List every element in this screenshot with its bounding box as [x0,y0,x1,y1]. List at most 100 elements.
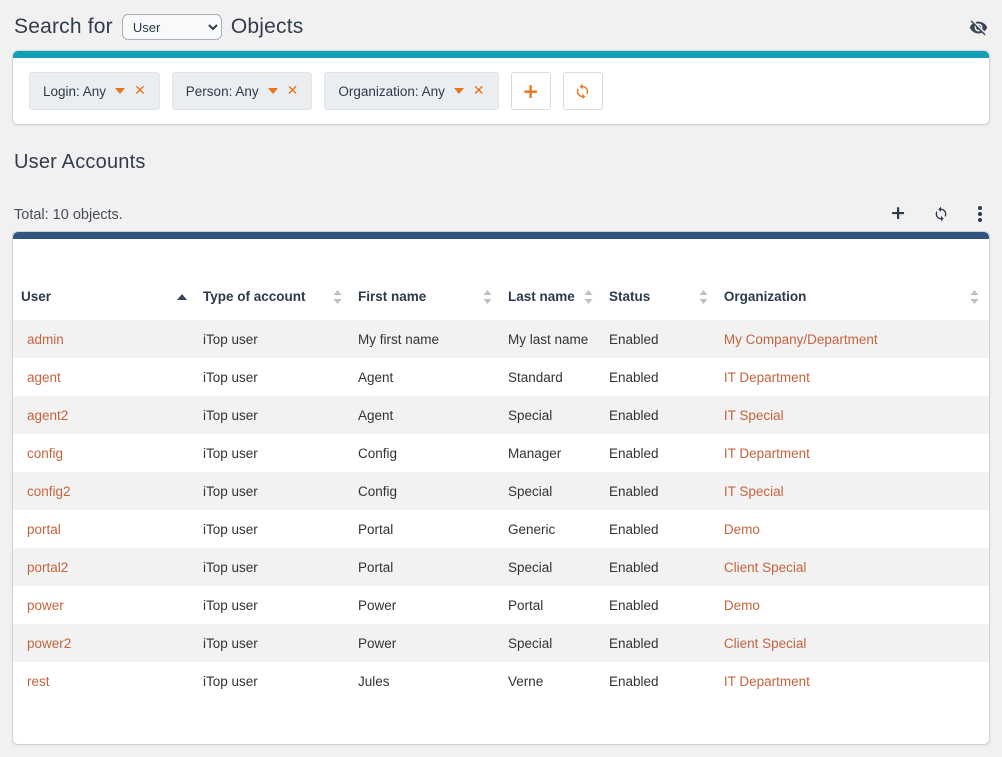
organization-link[interactable]: My Company/Department [724,332,878,347]
column-header[interactable]: User [13,277,195,320]
chevron-down-icon[interactable] [268,88,278,94]
sort-icon[interactable] [970,290,979,304]
cell-first-name: Jules [350,662,500,700]
cell-last-name: Generic [500,510,601,548]
remove-criterion-icon[interactable]: ✕ [287,84,299,98]
cell-type-of-account: iTop user [195,624,350,662]
column-header[interactable]: Status [601,277,716,320]
organization-link[interactable]: IT Department [724,446,810,461]
cell-last-name: Special [500,548,601,586]
search-panel-accent-bar [13,51,989,58]
table-row: admin iTop user My first name My last na… [13,320,989,358]
organization-link[interactable]: Client Special [724,560,807,575]
cell-status: Enabled [601,586,716,624]
filter-chip[interactable]: Organization: Any ✕ [324,72,498,110]
user-link[interactable]: config2 [27,484,71,499]
table-row: rest iTop user Jules Verne Enabled IT De… [13,662,989,700]
page-title-prefix: Search for [14,15,113,39]
cell-type-of-account: iTop user [195,548,350,586]
user-link[interactable]: power [27,598,64,613]
organization-link[interactable]: IT Special [724,484,784,499]
add-criterion-button[interactable]: + [511,72,551,110]
user-link[interactable]: config [27,446,63,461]
filter-chip-label: Login: Any [43,84,106,99]
table-row: config2 iTop user Config Special Enabled… [13,472,989,510]
cell-type-of-account: iTop user [195,472,350,510]
organization-link[interactable]: IT Special [724,408,784,423]
table-row: portal iTop user Portal Generic Enabled … [13,510,989,548]
criteria-chips: Login: Any ✕ Person: Any ✕ Organization:… [29,72,499,110]
results-heading: User Accounts [14,151,988,174]
cell-last-name: Special [500,624,601,662]
column-header-label: Type of account [203,289,306,304]
table-row: power iTop user Power Portal Enabled Dem… [13,586,989,624]
remove-criterion-icon[interactable]: ✕ [134,84,146,98]
cell-last-name: Standard [500,358,601,396]
cell-status: Enabled [601,510,716,548]
cell-first-name: Power [350,586,500,624]
sort-ascending-icon[interactable] [177,294,187,300]
filter-chip[interactable]: Login: Any ✕ [29,72,160,110]
page: Search for User Objects Login: Any ✕ [0,0,1002,757]
cell-type-of-account: iTop user [195,662,350,700]
column-header[interactable]: First name [350,277,500,320]
cell-first-name: Agent [350,396,500,434]
column-header-label: Last name [508,289,575,304]
cell-type-of-account: iTop user [195,396,350,434]
cell-last-name: Portal [500,586,601,624]
user-link[interactable]: admin [27,332,64,347]
filter-chip-label: Person: Any [186,84,259,99]
organization-link[interactable]: Demo [724,522,760,537]
cell-status: Enabled [601,548,716,586]
organization-link[interactable]: IT Department [724,370,810,385]
filter-chip[interactable]: Person: Any ✕ [172,72,313,110]
cell-first-name: My first name [350,320,500,358]
table-header-row: User [13,277,989,320]
refresh-icon [574,83,591,100]
more-actions-button[interactable] [976,212,984,216]
cell-type-of-account: iTop user [195,434,350,472]
cell-type-of-account: iTop user [195,586,350,624]
column-header-label: First name [358,289,426,304]
cell-last-name: Special [500,396,601,434]
organization-link[interactable]: Demo [724,598,760,613]
user-link[interactable]: power2 [27,636,71,651]
table-row: agent2 iTop user Agent Special Enabled I… [13,396,989,434]
remove-criterion-icon[interactable]: ✕ [473,84,485,98]
class-select[interactable]: User [122,14,222,40]
user-link[interactable]: portal [27,522,61,537]
user-link[interactable]: portal2 [27,560,68,575]
chevron-down-icon[interactable] [115,88,125,94]
refresh-search-button[interactable] [563,72,603,110]
user-link[interactable]: agent2 [27,408,68,423]
organization-link[interactable]: IT Department [724,674,810,689]
cell-type-of-account: iTop user [195,510,350,548]
user-link[interactable]: rest [27,674,50,689]
kebab-menu-icon [978,212,982,216]
cell-first-name: Agent [350,358,500,396]
cell-status: Enabled [601,472,716,510]
cell-status: Enabled [601,358,716,396]
chevron-down-icon[interactable] [454,88,464,94]
add-object-button[interactable]: + [890,204,906,223]
sort-icon[interactable] [699,290,708,304]
cell-status: Enabled [601,320,716,358]
cell-type-of-account: iTop user [195,358,350,396]
user-link[interactable]: agent [27,370,61,385]
plus-icon: + [522,79,539,103]
cell-last-name: Verne [500,662,601,700]
table-row: portal2 iTop user Portal Special Enabled… [13,548,989,586]
refresh-list-button[interactable] [933,206,949,222]
sort-icon[interactable] [333,290,342,304]
sort-icon[interactable] [584,290,593,304]
eye-slash-icon[interactable] [969,18,988,37]
cell-first-name: Portal [350,548,500,586]
column-header[interactable]: Organization [716,277,989,320]
organization-link[interactable]: Client Special [724,636,807,651]
column-header[interactable]: Last name [500,277,601,320]
results-table-panel: User [12,231,990,745]
column-header-label: Status [609,289,650,304]
column-header[interactable]: Type of account [195,277,350,320]
sort-icon[interactable] [483,290,492,304]
cell-first-name: Config [350,472,500,510]
